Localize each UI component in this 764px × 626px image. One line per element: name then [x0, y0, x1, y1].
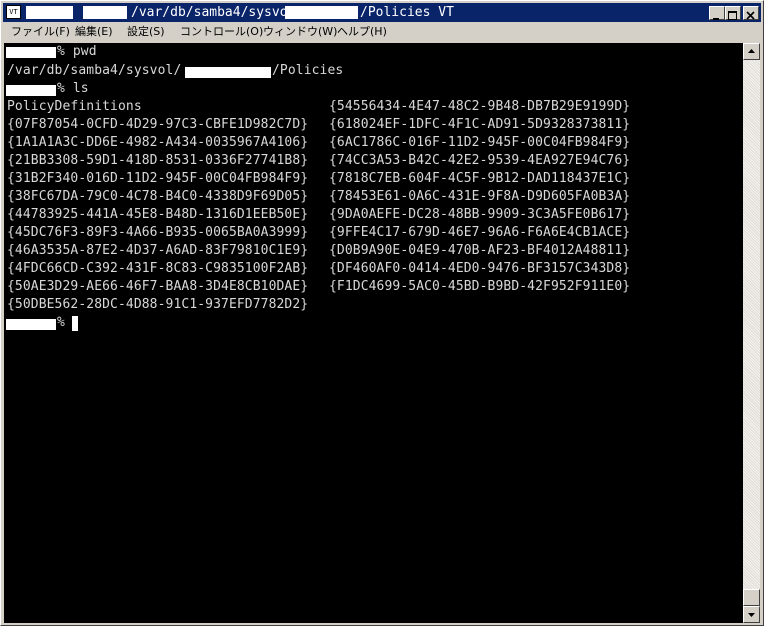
ls-entry: {44783925-441A-45E8-B48D-1316D1EEB50E} — [7, 207, 309, 222]
ls-entry: {7818C7EB-604F-4C5F-9B12-DAD118437E1C} — [329, 171, 631, 186]
ls-entry: {4FDC66CD-C392-431F-8C83-C9835100F2AB} — [7, 261, 309, 276]
menu-file[interactable]: ファイル(F) — [11, 25, 70, 39]
ls-entry: {07F87054-0CFD-4D29-97C3-CBFE1D982C7D} — [7, 117, 309, 132]
arrow-down-icon — [748, 613, 755, 617]
close-icon — [746, 11, 755, 20]
text-cursor — [72, 316, 78, 331]
ls-entry: {1A1A1A3C-DD6E-4982-A434-0035967A4106} — [7, 135, 309, 150]
ls-entry: {50DBE562-28DC-4D88-91C1-937EFD7782D2} — [7, 297, 309, 312]
prompt-ls: % ls — [57, 81, 89, 96]
redacted-prompt-1 — [6, 47, 56, 58]
ls-entry: {618024EF-1DFC-4F1C-AD91-5D9328373811} — [329, 117, 631, 132]
ls-entry: {9DA0AEFE-DC28-48BB-9909-3C3A5FE0B617} — [329, 207, 631, 222]
menu-bar: ファイル(F) 編集(E) 設定(S) コントロール(O) ウィンドウ(W) ヘ… — [3, 22, 761, 42]
scroll-up-button[interactable] — [743, 43, 760, 60]
ls-entry: {78453E61-0A6C-431E-9F8A-D9D605FA0B3A} — [329, 189, 631, 204]
ls-entry: {9FFE4C17-679D-46E7-96A6-F6A6E4CB1ACE} — [329, 225, 631, 240]
terminal-window: VT /var/db/samba4/sysvol/ /Policies VT フ… — [0, 0, 764, 626]
vertical-scrollbar[interactable] — [743, 43, 760, 623]
close-button[interactable] — [743, 6, 759, 20]
redacted-prompt-2 — [6, 85, 56, 96]
pwd-output-path: /var/db/samba4/sysvol/ — [7, 63, 182, 78]
ls-entry: {45DC76F3-89F3-4A66-B935-0065BA0A3999} — [7, 225, 309, 240]
ls-entry: {46A3535A-87E2-4D37-A6AD-83F79810C1E9} — [7, 243, 309, 258]
scroll-thumb[interactable] — [743, 589, 760, 606]
ls-entry: {6AC1786C-016F-11D2-945F-00C04FB984F9} — [329, 135, 631, 150]
ls-entry: {74CC3A53-B42C-42E2-9539-4EA927E94C76} — [329, 153, 631, 168]
menu-control[interactable]: コントロール(O) — [180, 25, 263, 39]
app-icon[interactable]: VT — [6, 5, 21, 19]
ls-entry: {38FC67DA-79C0-4C78-B4C0-4338D9F69D05} — [7, 189, 309, 204]
ls-entry: {54556434-4E47-48C2-9B48-DB7B29E9199D} — [329, 99, 631, 114]
ls-entry: {21BB3308-59D1-418D-8531-0336F27741B8} — [7, 153, 309, 168]
redacted-prompt-3 — [6, 319, 56, 330]
menu-window[interactable]: ウィンドウ(W) — [263, 25, 337, 39]
minimize-icon — [713, 18, 719, 20]
prompt-current: % — [57, 315, 65, 330]
terminal-output[interactable]: % pwd /var/db/samba4/sysvol/ /Policies %… — [4, 43, 743, 623]
menu-edit[interactable]: 編集(E) — [75, 25, 113, 39]
title-bar[interactable]: VT /var/db/samba4/sysvol/ /Policies VT — [3, 3, 761, 22]
scroll-track[interactable] — [743, 60, 760, 606]
pwd-output-suffix: /Policies — [272, 63, 344, 78]
redacted-title-user — [26, 6, 73, 19]
redacted-pwd-domain — [185, 67, 271, 78]
redacted-title-host — [83, 6, 127, 19]
ls-entry: {50AE3D29-AE66-46F7-BAA8-3D4E8CB10DAE} — [7, 279, 309, 294]
ls-entry: {DF460AF0-0414-4ED0-9476-BF3157C343D8} — [329, 261, 631, 276]
redacted-title-domain — [285, 6, 358, 19]
maximize-icon — [728, 11, 737, 20]
window-title-suffix: /Policies VT — [360, 5, 454, 20]
minimize-button[interactable] — [709, 6, 725, 20]
ls-entry: PolicyDefinitions — [7, 99, 142, 114]
ls-entry: {F1DC4699-5AC0-45BD-B9BD-42F952F911E0} — [329, 279, 631, 294]
prompt-pwd: % pwd — [57, 44, 97, 59]
ls-entry: {31B2F340-016D-11D2-945F-00C04FB984F9} — [7, 171, 309, 186]
scroll-down-button[interactable] — [743, 606, 760, 623]
menu-help[interactable]: ヘルプ(H) — [337, 25, 387, 39]
menu-settings[interactable]: 設定(S) — [127, 25, 165, 39]
maximize-button[interactable] — [725, 6, 741, 20]
ls-entry: {D0B9A90E-04E9-470B-AF23-BF4012A48811} — [329, 243, 631, 258]
window-title-path: /var/db/samba4/sysvol/ — [131, 5, 304, 20]
arrow-up-icon — [748, 49, 755, 53]
